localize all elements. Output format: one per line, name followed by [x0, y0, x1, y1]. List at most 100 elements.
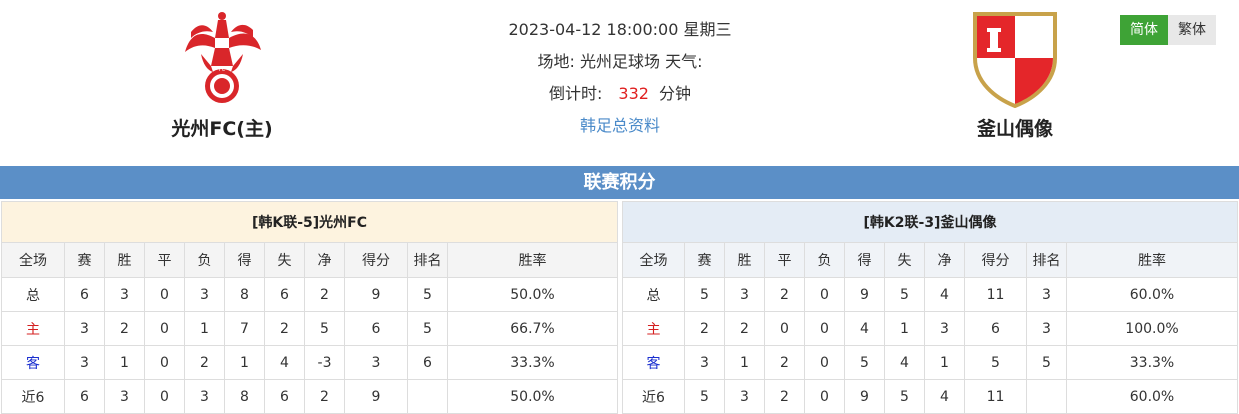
col-header: 全场: [622, 242, 685, 278]
row-label: 总: [1, 277, 65, 312]
table-cell: 1: [884, 311, 925, 346]
table-cell: [1026, 379, 1067, 414]
table-cell: 3: [1026, 311, 1067, 346]
table-cell: 5: [304, 311, 345, 346]
table-row: 主 3 2 0 1 7 2 5 6 5 66.7%: [1, 311, 618, 346]
away-standings-table: [韩K2联-3]釜山偶像 全场 赛 胜 平 负 得 失 净 得分 排名 胜率 总…: [622, 201, 1238, 414]
table-cell: 1: [184, 311, 225, 346]
match-header: FC 光州FC(主) 2023-04-12 18:00:00 星期三 场地: 光…: [0, 0, 1239, 165]
col-header: 胜率: [447, 242, 618, 278]
table-cell: 5: [407, 277, 448, 312]
traditional-button[interactable]: 繁体: [1168, 15, 1216, 45]
col-header: 平: [144, 242, 185, 278]
row-label: 主: [622, 311, 685, 346]
col-header: 失: [264, 242, 305, 278]
countdown-unit: 分钟: [658, 84, 691, 103]
table-cell: 5: [1026, 345, 1067, 380]
row-label: 客: [1, 345, 65, 380]
table-cell: 11: [964, 277, 1027, 312]
table-cell: 0: [804, 345, 845, 380]
table-cell: 5: [844, 345, 885, 380]
table-cell: 3: [64, 311, 105, 346]
table-cell: 6: [407, 345, 448, 380]
col-header: 负: [804, 242, 845, 278]
col-header: 负: [184, 242, 225, 278]
table-cell: 5: [684, 277, 725, 312]
col-header: 失: [884, 242, 925, 278]
table-cell: 8: [224, 379, 265, 414]
table-cell: 50.0%: [447, 379, 618, 414]
table-cell: 1: [724, 345, 765, 380]
table-row: 总 6 3 0 3 8 6 2 9 5 50.0%: [1, 277, 618, 312]
home-table-title: [韩K联-5]光州FC: [1, 201, 618, 243]
col-header: 得分: [344, 242, 408, 278]
col-header: 排名: [1026, 242, 1067, 278]
match-datetime: 2023-04-12 18:00:00 星期三: [508, 20, 732, 39]
table-cell: 3: [924, 311, 965, 346]
table-cell: 0: [144, 277, 185, 312]
countdown-value: 332: [618, 84, 649, 103]
col-header: 得: [224, 242, 265, 278]
table-cell: 4: [884, 345, 925, 380]
svg-text:FC: FC: [219, 67, 226, 73]
simplified-button[interactable]: 简体: [1120, 15, 1168, 45]
table-cell: 6: [344, 311, 408, 346]
home-header-row: 全场 赛 胜 平 负 得 失 净 得分 排名 胜率: [1, 242, 618, 278]
table-cell: 2: [764, 277, 805, 312]
table-row: 客 3 1 2 0 5 4 1 5 5 33.3%: [622, 345, 1238, 380]
col-header: 排名: [407, 242, 448, 278]
row-label: 近6: [622, 379, 685, 414]
home-team: FC 光州FC(主): [122, 8, 322, 141]
row-label: 近6: [1, 379, 65, 414]
table-cell: 5: [407, 311, 448, 346]
table-cell: 4: [844, 311, 885, 346]
table-cell: 8: [224, 277, 265, 312]
league-info-link[interactable]: 韩足总资料: [580, 116, 660, 135]
home-standings-panel: [韩K联-5]光州FC 全场 赛 胜 平 负 得 失 净 得分 排名 胜率 总6…: [1, 201, 618, 414]
table-cell: 2: [684, 311, 725, 346]
table-cell: 0: [804, 277, 845, 312]
table-cell: 5: [684, 379, 725, 414]
table-cell: 9: [844, 277, 885, 312]
table-row: 主 2 2 0 0 4 1 3 6 3 100.0%: [622, 311, 1238, 346]
col-header: 平: [764, 242, 805, 278]
table-cell: 6: [64, 277, 105, 312]
table-cell: 2: [264, 311, 305, 346]
table-cell: 2: [304, 379, 345, 414]
table-cell: 7: [224, 311, 265, 346]
table-cell: 2: [724, 311, 765, 346]
table-cell: 3: [724, 379, 765, 414]
table-cell: 4: [264, 345, 305, 380]
col-header: 胜: [724, 242, 765, 278]
table-row: 近6 5 3 2 0 9 5 4 11 60.0%: [622, 379, 1238, 414]
table-cell: 6: [64, 379, 105, 414]
table-cell: 2: [184, 345, 225, 380]
table-cell: 9: [344, 277, 408, 312]
phoenix-crest-icon: FC: [185, 12, 261, 103]
table-cell: 1: [104, 345, 145, 380]
section-title: 联赛积分: [0, 166, 1239, 199]
col-header: 胜: [104, 242, 145, 278]
table-cell: 5: [884, 277, 925, 312]
table-cell: 3: [684, 345, 725, 380]
table-cell: 3: [64, 345, 105, 380]
row-label: 总: [622, 277, 685, 312]
home-team-name: 光州FC(主): [171, 118, 273, 140]
away-team: 釜山偶像: [915, 8, 1115, 141]
table-cell: 3: [184, 379, 225, 414]
row-label: 主: [1, 311, 65, 346]
col-header: 净: [924, 242, 965, 278]
table-cell: 3: [184, 277, 225, 312]
table-cell: 9: [344, 379, 408, 414]
table-cell: 2: [304, 277, 345, 312]
table-cell: 0: [804, 311, 845, 346]
table-cell: 100.0%: [1066, 311, 1238, 346]
col-header: 赛: [684, 242, 725, 278]
col-header: 得分: [964, 242, 1027, 278]
table-cell: 5: [884, 379, 925, 414]
table-cell: 6: [264, 277, 305, 312]
table-row: 客 3 1 0 2 1 4 -3 3 6 33.3%: [1, 345, 618, 380]
away-table-title: [韩K2联-3]釜山偶像: [622, 201, 1238, 243]
table-cell: 3: [104, 379, 145, 414]
table-cell: 2: [764, 379, 805, 414]
